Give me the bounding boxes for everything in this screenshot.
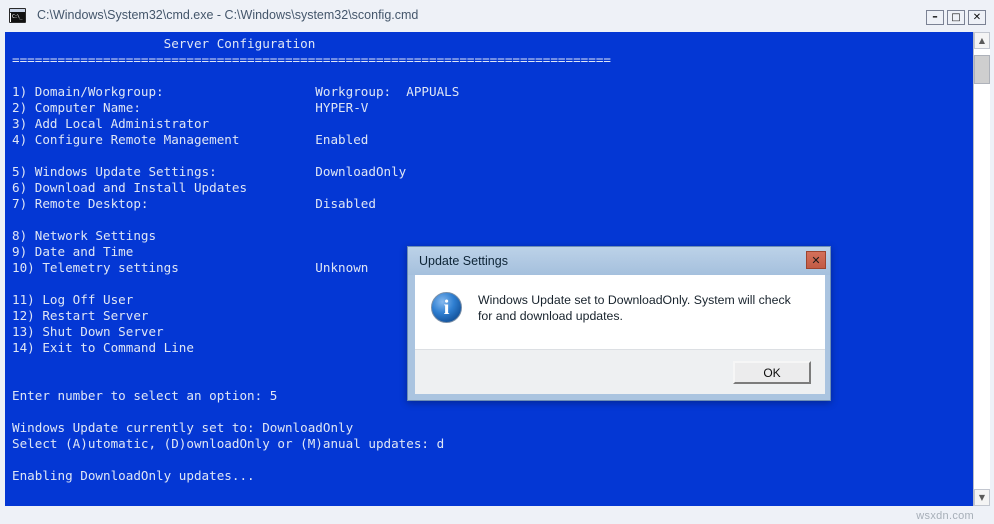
dialog-title-text: Update Settings	[419, 254, 508, 268]
window-controls: – □ ✕	[926, 10, 986, 25]
dialog-footer: OK	[415, 349, 825, 394]
close-button[interactable]: ✕	[968, 10, 986, 25]
minimize-icon: –	[932, 10, 938, 23]
information-icon	[431, 292, 462, 323]
close-icon: ✕	[972, 11, 982, 23]
scroll-up-icon[interactable]: ▲	[974, 32, 990, 49]
console-window: C:\Windows\System32\cmd.exe - C:\Windows…	[0, 0, 994, 524]
window-bottom-frame	[0, 506, 994, 524]
dialog-title-bar[interactable]: Update Settings ✕	[408, 247, 830, 275]
ok-button[interactable]: OK	[733, 361, 811, 384]
maximize-icon: □	[951, 11, 961, 23]
window-right-frame	[990, 30, 994, 524]
cmd-console-icon	[9, 7, 26, 23]
minimize-button[interactable]: –	[926, 10, 944, 25]
dialog-close-button[interactable]: ✕	[806, 251, 826, 269]
dialog-content-row: Windows Update set to DownloadOnly. Syst…	[415, 275, 825, 324]
dialog-message-text: Windows Update set to DownloadOnly. Syst…	[478, 293, 791, 323]
scroll-down-icon[interactable]: ▼	[974, 489, 990, 506]
window-title-bar[interactable]: C:\Windows\System32\cmd.exe - C:\Windows…	[0, 0, 994, 30]
update-settings-dialog: Update Settings ✕ Windows Update set to …	[407, 246, 831, 401]
scrollbar-thumb[interactable]	[974, 55, 990, 84]
window-title-text: C:\Windows\System32\cmd.exe - C:\Windows…	[37, 8, 419, 22]
maximize-button[interactable]: □	[947, 10, 965, 25]
dialog-body: Windows Update set to DownloadOnly. Syst…	[415, 275, 825, 349]
console-scrollbar[interactable]: ▲ ▼	[973, 32, 990, 506]
watermark: wsxdn.com	[916, 510, 974, 522]
